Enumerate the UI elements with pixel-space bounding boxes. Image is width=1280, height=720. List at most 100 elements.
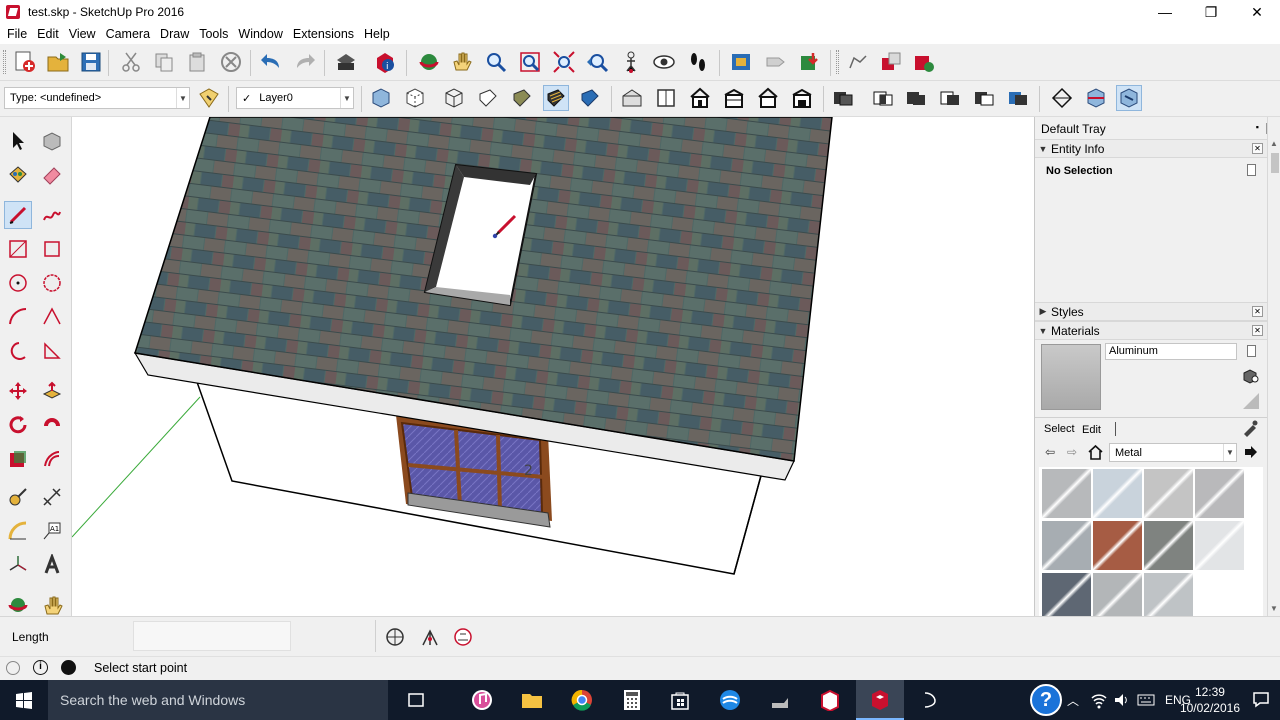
left-view-icon[interactable] [789,85,815,111]
sign-in-icon[interactable] [452,626,474,648]
taskbar-search[interactable]: Search the web and Windows [48,680,388,720]
chrome-icon[interactable] [558,680,606,720]
back-arrow-icon[interactable]: ⇦ [1045,445,1055,459]
type-select[interactable]: Type: <undefined> ▼ [4,87,190,109]
pin-icon[interactable]: ▪ [1256,122,1259,132]
two-point-arc-icon[interactable] [38,303,66,331]
polygon-icon[interactable] [38,269,66,297]
rotated-rectangle-icon[interactable] [38,235,66,263]
wifi-icon[interactable] [1090,691,1108,709]
top-view-icon[interactable] [653,85,679,111]
materials-header[interactable]: ▼ Materials ✕ [1035,321,1267,340]
scale-icon[interactable] [4,445,32,473]
volume-icon[interactable] [1113,691,1131,709]
eraser-icon[interactable] [38,161,66,189]
move-icon[interactable] [4,377,32,405]
menu-camera[interactable]: Camera [101,27,155,41]
pan-tool-icon[interactable] [38,591,66,619]
arc-icon[interactable] [4,303,32,331]
line-tool-icon[interactable] [4,201,32,229]
geo-location-icon[interactable] [384,626,406,648]
styles-close-icon[interactable]: ✕ [1252,306,1263,317]
redo-icon[interactable] [292,49,318,75]
material-swatch[interactable] [1042,469,1091,518]
3d-text-icon[interactable] [38,551,66,579]
menu-view[interactable]: View [64,27,101,41]
layout-app-icon[interactable] [806,680,854,720]
display-section-cuts-icon[interactable] [1116,85,1142,111]
freehand-icon[interactable] [38,201,66,229]
material-swatch[interactable] [1144,573,1193,622]
model-info-icon[interactable]: i [372,49,398,75]
layer-select[interactable]: ✓ Layer0 ▼ [236,87,354,109]
itunes-icon[interactable] [458,680,506,720]
circle-icon[interactable] [4,269,32,297]
entity-info-close-icon[interactable]: ✕ [1252,143,1263,154]
share-model-icon[interactable] [762,49,788,75]
previous-view-icon[interactable] [584,49,610,75]
union-icon[interactable] [903,85,929,111]
geo-status-icon[interactable] [6,661,20,675]
zoom-icon[interactable] [483,49,509,75]
new-file-icon[interactable] [12,49,38,75]
default-material-icon[interactable] [1242,392,1260,410]
material-preview[interactable] [1041,344,1101,410]
wireframe-icon[interactable] [441,85,467,111]
sample-paint-icon[interactable] [1241,419,1259,437]
toolbar-grip[interactable] [3,50,6,74]
section-plane-icon[interactable] [1049,85,1075,111]
orbit-icon[interactable] [416,49,442,75]
extension-warehouse-icon[interactable] [796,49,822,75]
paint-bucket-icon[interactable] [4,161,32,189]
details-arrow-icon[interactable] [1243,445,1259,459]
rectangle-icon[interactable] [4,235,32,263]
user-account-icon[interactable] [61,660,76,675]
push-pull-icon[interactable] [38,377,66,405]
make-component-icon[interactable] [38,127,66,155]
subtract-icon[interactable] [937,85,963,111]
create-material-icon[interactable] [1242,368,1260,384]
details-toggle-icon[interactable] [1247,164,1256,176]
pie-icon[interactable] [38,337,66,365]
save-icon[interactable] [78,49,104,75]
media-app-icon[interactable] [756,680,804,720]
xray-icon[interactable] [368,85,394,111]
menu-extensions[interactable]: Extensions [288,27,359,41]
position-camera-icon[interactable] [618,49,644,75]
file-explorer-icon[interactable] [508,680,556,720]
material-swatch[interactable] [1093,573,1142,622]
menu-edit[interactable]: Edit [32,27,64,41]
undo-icon[interactable] [258,49,284,75]
style-builder-icon[interactable] [906,680,954,720]
calculator-icon[interactable] [608,680,656,720]
get-models-icon[interactable] [728,49,754,75]
dimension-icon[interactable] [38,483,66,511]
outer-shell-icon[interactable] [830,85,856,111]
erase-icon[interactable] [218,49,244,75]
material-swatch[interactable] [1042,573,1091,622]
protractor-icon[interactable] [4,517,32,545]
tray-overflow-icon[interactable]: ︿ [1067,692,1079,709]
offset-icon[interactable] [38,445,66,473]
network-app-icon[interactable] [706,680,754,720]
material-swatch[interactable] [1144,521,1193,570]
styles-header[interactable]: ▶ Styles ✕ [1035,302,1267,321]
walk-icon[interactable] [685,49,711,75]
material-name-field[interactable]: Aluminum [1105,343,1237,360]
right-view-icon[interactable] [721,85,747,111]
details-toggle-icon[interactable] [1247,345,1256,357]
tape-measure-icon[interactable] [4,483,32,511]
paste-icon[interactable] [184,49,210,75]
sketchup-taskbar-icon[interactable] [856,680,904,720]
tab-edit[interactable]: Edit [1082,424,1101,436]
material-swatch[interactable] [1042,521,1091,570]
sandbox-icon[interactable] [845,49,871,75]
menu-help[interactable]: Help [359,27,395,41]
tab-select[interactable]: Select [1044,423,1075,435]
material-library-select[interactable]: Metal ▼ [1109,443,1237,462]
credits-icon[interactable] [419,626,441,648]
notifications-icon[interactable] [1252,690,1270,708]
pan-icon[interactable] [449,49,475,75]
material-swatch[interactable] [1144,469,1193,518]
shaded-icon[interactable] [509,85,535,111]
